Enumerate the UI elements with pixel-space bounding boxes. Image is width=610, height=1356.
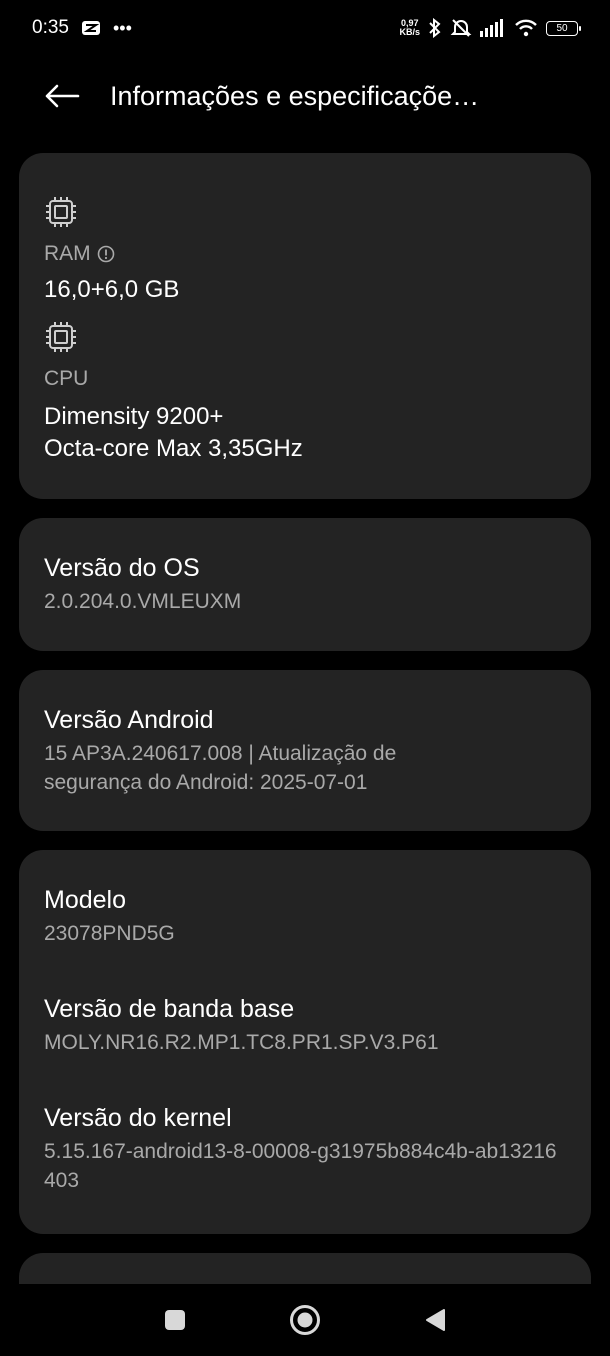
status-right: 0,97 KB/s 50 — [399, 18, 581, 38]
battery-indicator: 50 — [546, 20, 581, 36]
cpu-chip-icon — [46, 322, 76, 352]
bluetooth-icon — [429, 18, 441, 38]
back-arrow-icon — [45, 84, 80, 108]
wifi-icon — [515, 19, 537, 37]
back-triangle-icon — [426, 1309, 445, 1331]
more-notifications-icon: ••• — [112, 17, 132, 38]
home-circle-icon — [290, 1305, 320, 1335]
info-icon[interactable] — [97, 245, 115, 263]
status-bar: 0:35 ••• 0,97 KB/s 50 — [0, 0, 610, 56]
back-button[interactable] — [32, 66, 92, 126]
signal-icon — [480, 19, 503, 37]
os-version-card[interactable]: Versão do OS 2.0.204.0.VMLEUXM — [19, 518, 591, 651]
silent-mode-icon — [450, 19, 472, 37]
model-title: Modelo — [44, 886, 126, 914]
baseband-row[interactable]: Versão de banda base MOLY.NR16.R2.MP1.TC… — [19, 995, 591, 1057]
network-speed: 0,97 KB/s — [399, 19, 420, 37]
ram-value: 16,0+6,0 GB — [44, 276, 180, 303]
navigation-bar — [0, 1284, 610, 1356]
recent-apps-button[interactable] — [155, 1300, 195, 1340]
back-nav-button[interactable] — [415, 1300, 455, 1340]
cpu-label: CPU — [44, 367, 89, 390]
kernel-row[interactable]: Versão do kernel 5.15.167-android13-8-00… — [19, 1104, 591, 1195]
status-time: 0:35 — [32, 17, 69, 38]
specs-card: RAM 16,0+6,0 GB CPU Dimensity 9200+ Octa… — [19, 153, 591, 499]
baseband-value: MOLY.NR16.R2.MP1.TC8.PR1.SP.V3.P61 — [44, 1031, 439, 1054]
ram-label: RAM — [44, 242, 91, 265]
model-value: 23078PND5G — [44, 922, 175, 945]
network-speed-unit: KB/s — [399, 27, 420, 37]
android-version-card[interactable]: Versão Android 15 AP3A.240617.008 | Atua… — [19, 670, 591, 831]
kernel-value: 5.15.167-android13-8-00008-g31975b884c4b… — [44, 1140, 557, 1192]
status-left: 0:35 ••• — [32, 17, 132, 39]
kernel-title: Versão do kernel — [44, 1104, 232, 1132]
home-button[interactable] — [285, 1300, 325, 1340]
square-icon — [165, 1310, 185, 1330]
baseband-title: Versão de banda base — [44, 995, 295, 1023]
cpu-cores: Octa-core Max 3,35GHz — [44, 435, 303, 462]
android-version-title: Versão Android — [44, 706, 214, 734]
model-row[interactable]: Modelo 23078PND5G — [19, 886, 591, 948]
os-version-title: Versão do OS — [44, 554, 200, 582]
os-version-value: 2.0.204.0.VMLEUXM — [44, 590, 242, 613]
cpu-chipset: Dimensity 9200+ — [44, 403, 224, 430]
ram-label-row: RAM — [44, 242, 591, 266]
header: Informações e especificaçõe… — [0, 60, 610, 132]
ram-chip-icon — [46, 197, 76, 227]
notification-app-icon — [81, 21, 100, 35]
device-info-card: Modelo 23078PND5G Versão de banda base M… — [19, 850, 591, 1234]
android-version-value: 15 AP3A.240617.008 | Atualização de segu… — [44, 742, 397, 794]
page-title: Informações e especificaçõe… — [110, 80, 480, 111]
